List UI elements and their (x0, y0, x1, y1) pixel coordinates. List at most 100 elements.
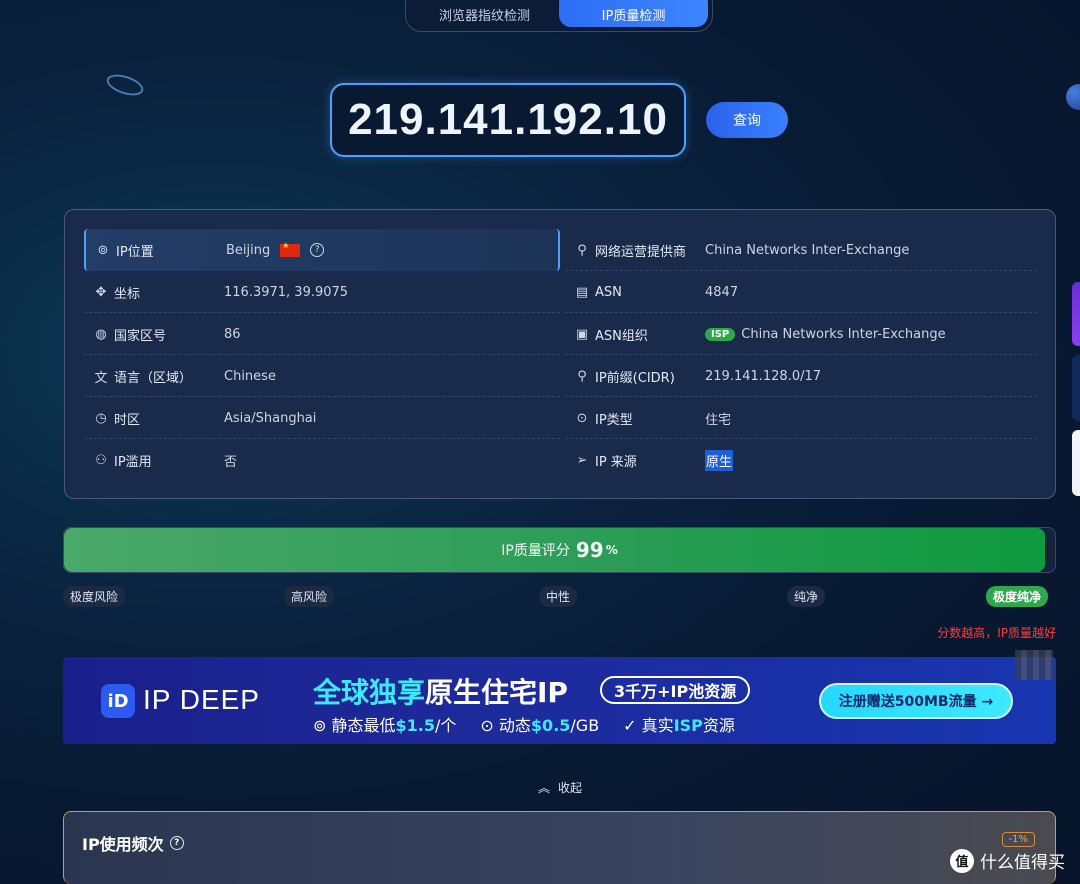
collapse-toggle[interactable]: ︽ 收起 (538, 779, 582, 796)
user-icon: ⚲ (577, 368, 587, 384)
info-value: 116.3971, 39.9075 (224, 284, 349, 300)
globe-icon: ◍ (95, 326, 107, 342)
ip-source-value: 原生 (705, 449, 734, 471)
user-network-icon: ⚲ (577, 242, 587, 258)
info-label: IP前缀(CIDR) (595, 370, 675, 386)
tab-ip-quality[interactable]: IP质量检测 (559, 0, 708, 27)
info-row-asn: ▤ ASN 4847 (565, 271, 1037, 313)
watermark: 值 什么值得买 (950, 848, 1065, 873)
info-row-country-code: ◍ 国家区号 86 (84, 313, 560, 355)
chevron-up-icon: ︽ (538, 781, 551, 795)
id-card-icon: ▤ (575, 284, 589, 300)
info-label: 坐标 (114, 286, 141, 302)
level-high-risk: 高风险 (284, 586, 335, 607)
info-value: China Networks Inter-Exchange (705, 242, 910, 258)
static-price-item: ⊚ 静态最低$1.5/个 (313, 716, 457, 735)
headline-accent: 全球独享 (313, 676, 426, 709)
location-pin-icon: ⊚ (97, 242, 109, 258)
level-clean: 纯净 (787, 586, 826, 607)
blurred-region (1015, 650, 1053, 680)
smzdm-logo-icon: 值 (950, 848, 974, 873)
watermark-text: 什么值得买 (980, 853, 1065, 873)
ip-frequency-card: IP使用频次 ? -1% (63, 811, 1056, 884)
isp-badge: ISP (705, 327, 736, 341)
info-label: IP类型 (595, 412, 633, 428)
banner-subline: ⊚ 静态最低$1.5/个 ⊙ 动态$0.5/GB ✓ 真实ISP资源 (313, 712, 735, 736)
decorative-ring-icon (104, 70, 146, 100)
level-extreme-risk: 极度风险 (63, 586, 126, 607)
info-value: 原生 (705, 449, 734, 471)
side-widget-2[interactable] (1072, 355, 1080, 421)
translate-icon: 文 (94, 370, 108, 386)
info-label: IP 来源 (595, 454, 637, 470)
info-value: 86 (224, 326, 241, 342)
info-value: 住宅 (705, 412, 732, 428)
real-isp-item: ✓ 真实ISP资源 (623, 716, 735, 735)
help-icon[interactable]: ? (310, 243, 325, 257)
banner-headline: 全球独享原生住宅IP (313, 671, 568, 711)
info-row-ip-source: ➢ IP 来源 原生 (565, 439, 1037, 481)
ip-value: 219.141.192.10 (348, 95, 668, 144)
info-row-isp: ⚲ 网络运营提供商 China Networks Inter-Exchange (565, 229, 1037, 271)
info-row-location: ⊚ IP位置 Beijing ? (84, 229, 560, 271)
dynamic-price-item: ⊙ 动态$0.5/GB (480, 716, 600, 735)
cursor-arrow-icon: ➢ (576, 452, 588, 468)
ipdeep-logo-icon: iD (101, 684, 135, 718)
info-value: Asia/Shanghai (224, 410, 317, 426)
level-neutral: 中性 (539, 586, 578, 607)
info-row-ip-type: ⊙ IP类型 住宅 (565, 397, 1037, 439)
info-label: IP位置 (116, 244, 154, 260)
ip-info-card: ⊚ IP位置 Beijing ? ✥ 坐标 116.3971, 39.9075 … (64, 209, 1056, 499)
info-row-cidr: ⚲ IP前缀(CIDR) 219.141.128.0/17 (565, 355, 1037, 397)
info-value: Chinese (224, 368, 276, 384)
ad-banner[interactable]: iD IP DEEP 全球独享原生住宅IP 3千万+IP池资源 ⊚ 静态最低$1… (63, 657, 1056, 744)
info-value: 4847 (705, 284, 739, 300)
frequency-title-text: IP使用频次 (82, 835, 164, 854)
info-label: 时区 (114, 412, 141, 428)
info-row-abuse: ⚇ IP滥用 否 (84, 439, 560, 481)
info-label: ASN (595, 284, 622, 300)
mode-tabs: 浏览器指纹检测 IP质量检测 (405, 0, 713, 32)
org-card-icon: ▣ (575, 326, 589, 342)
info-label: 网络运营提供商 (595, 244, 687, 260)
side-widget-1[interactable] (1072, 282, 1080, 346)
info-row-timezone: ◷ 时区 Asia/Shanghai (84, 397, 560, 439)
collapse-label: 收起 (558, 781, 583, 795)
banner-pool-badge: 3千万+IP池资源 (600, 676, 751, 704)
clock-icon: ◷ (95, 410, 107, 426)
info-value: Beijing ? (226, 241, 325, 258)
info-value: ISP China Networks Inter-Exchange (705, 327, 946, 342)
bulb-pin-icon: ⊙ (576, 410, 588, 426)
frequency-percent-badge: -1% (1001, 832, 1035, 847)
help-icon[interactable]: ? (169, 836, 184, 850)
crosshair-icon: ✥ (95, 284, 107, 300)
score-value: 99 (575, 538, 604, 562)
query-button[interactable]: 查询 (706, 102, 788, 138)
register-cta-button[interactable]: 注册赠送500MB流量 → (819, 683, 1013, 719)
info-value: 否 (224, 454, 238, 470)
score-text: IP质量评分 99 % (64, 528, 1055, 572)
banner-brand: IP DEEP (143, 684, 260, 715)
score-label: IP质量评分 (501, 543, 570, 559)
info-label: IP滥用 (114, 454, 152, 470)
floating-ball-icon[interactable] (1066, 84, 1080, 110)
ip-input[interactable]: 219.141.192.10 (330, 83, 686, 157)
frequency-title: IP使用频次 ? (82, 831, 184, 855)
info-label: ASN组织 (595, 328, 648, 344)
info-row-asn-org: ▣ ASN组织 ISP China Networks Inter-Exchang… (565, 313, 1037, 355)
level-extreme-clean: 极度纯净 (986, 586, 1049, 607)
tab-browser-fingerprint[interactable]: 浏览器指纹检测 (410, 0, 559, 27)
asn-org-name: China Networks Inter-Exchange (741, 326, 946, 342)
info-label: 国家区号 (114, 328, 167, 344)
score-unit: % (605, 543, 618, 557)
user-check-icon: ⚇ (95, 452, 107, 468)
headline-main: 原生住宅IP (425, 676, 568, 709)
location-city: Beijing (226, 242, 271, 258)
info-row-coords: ✥ 坐标 116.3971, 39.9075 (84, 271, 560, 313)
side-widget-3[interactable] (1072, 430, 1080, 496)
china-flag-icon (280, 241, 301, 257)
info-value: 219.141.128.0/17 (705, 368, 822, 384)
info-label: 语言（区域） (114, 370, 193, 386)
score-hint: 分数越高，IP质量越好 (937, 626, 1056, 640)
quality-score-bar: IP质量评分 99 % (63, 527, 1056, 573)
